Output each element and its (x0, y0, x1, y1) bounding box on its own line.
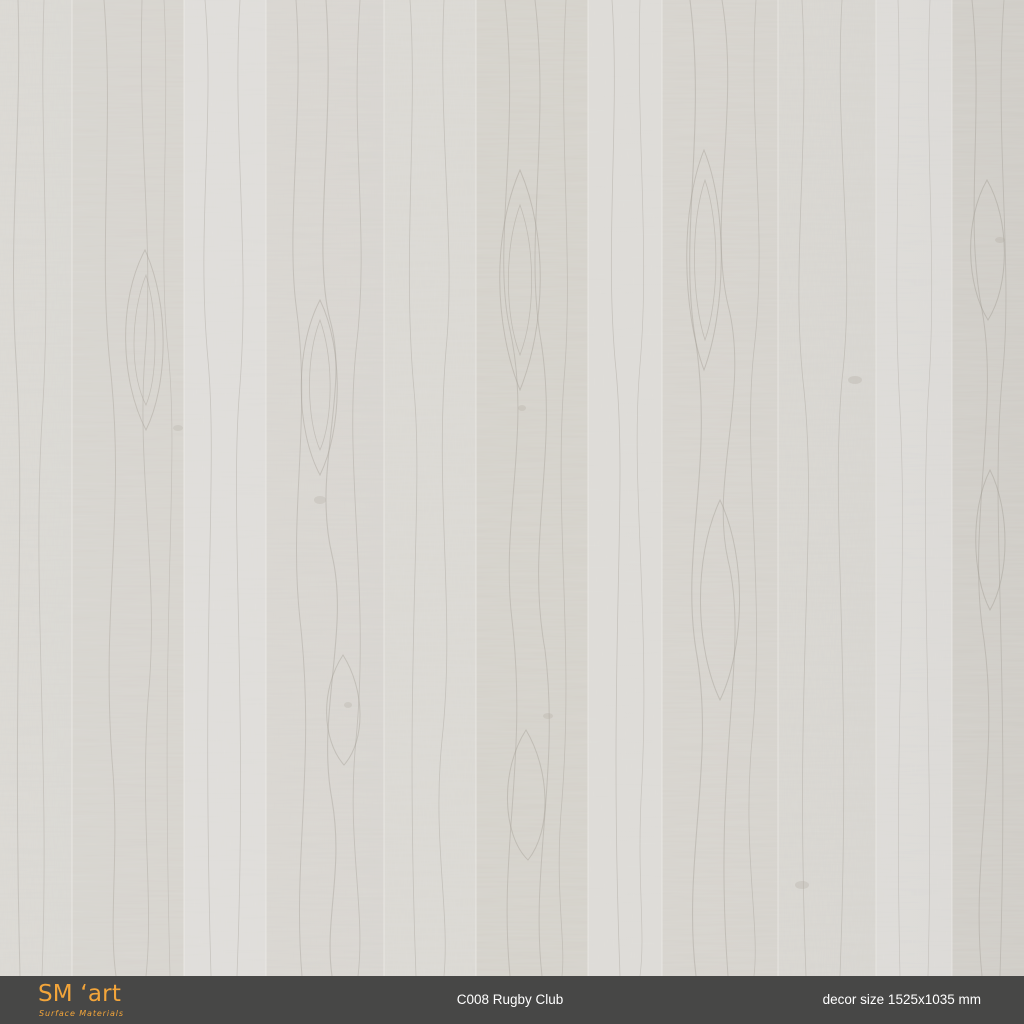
logo-subtitle: Surface Materials (39, 1009, 124, 1018)
decor-sample-page: SM ‘art Surface Materials C008 Rugby Clu… (0, 0, 1024, 1024)
wood-texture-sample (0, 0, 1024, 976)
soft-surface-light (0, 0, 1024, 976)
sample-footer: SM ‘art Surface Materials C008 Rugby Clu… (0, 976, 1024, 1024)
sm-art-logo: SM ‘art Surface Materials (38, 980, 208, 1020)
decor-size: decor size 1525x1035 mm (822, 992, 981, 1007)
wood-grain-image (0, 0, 1024, 976)
decor-name: C008 Rugby Club (456, 992, 564, 1007)
logo-main-text: SM ‘art (38, 981, 122, 1007)
